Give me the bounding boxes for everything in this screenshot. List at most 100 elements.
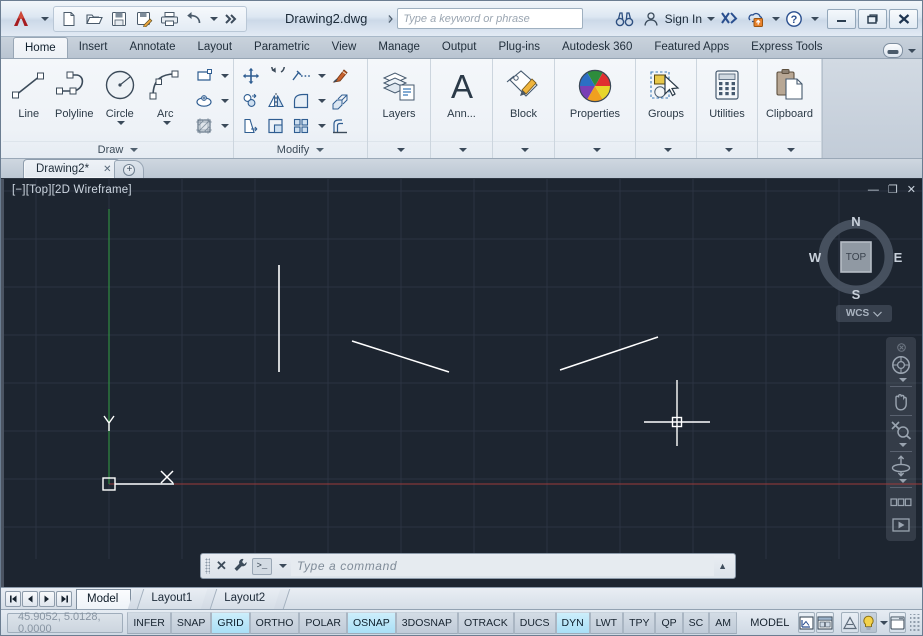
tool-move[interactable] [239, 64, 263, 88]
qat-new-button[interactable] [57, 8, 81, 30]
tool-copy[interactable] [239, 89, 263, 113]
undo-dropdown-caret-icon[interactable] [210, 17, 218, 21]
tool-fillet-caret[interactable] [314, 89, 327, 113]
ribbon-tab-layout[interactable]: Layout [187, 37, 244, 58]
tool-array-caret[interactable] [314, 114, 327, 138]
status-toggle-qp[interactable]: QP [655, 612, 682, 634]
tool-utilities[interactable]: Utilities [702, 63, 752, 120]
block-panel-expand[interactable] [493, 141, 554, 158]
ribbon-tab-autodesk360[interactable]: Autodesk 360 [551, 37, 643, 58]
clipboard-panel-expand[interactable] [758, 141, 821, 158]
annotation-panel-expand[interactable] [431, 141, 492, 158]
command-prompt-icon[interactable]: >_ [252, 558, 272, 575]
command-line-close-icon[interactable]: ✕ [214, 558, 229, 574]
qat-overflow-button[interactable] [219, 8, 243, 30]
file-tab-drawing2[interactable]: Drawing2* ✕ [23, 159, 120, 178]
status-toggle-snap[interactable]: SNAP [171, 612, 212, 634]
window-minimize-button[interactable] [827, 9, 856, 29]
tool-paste[interactable]: Clipboard [761, 63, 818, 120]
clean-screen-icon[interactable] [889, 612, 906, 633]
qat-open-button[interactable] [82, 8, 106, 30]
layout-nav-last[interactable] [56, 591, 72, 607]
layout-nav-prev[interactable] [22, 591, 38, 607]
layout-tab-layout1[interactable]: Layout1 [141, 589, 204, 609]
window-close-button[interactable] [889, 9, 918, 29]
workspace-bulb-icon[interactable] [860, 612, 877, 633]
annotation-scale-icon[interactable] [841, 612, 859, 633]
tool-trim-caret[interactable] [314, 64, 327, 88]
utilities-panel-expand[interactable] [697, 141, 757, 158]
tool-erase[interactable] [328, 64, 352, 88]
ribbon-tab-express-tools[interactable]: Express Tools [740, 37, 833, 58]
layout-tab-model[interactable]: Model [76, 589, 131, 609]
search-binoculars-icon[interactable] [613, 7, 637, 31]
tool-mirror[interactable] [264, 89, 288, 113]
tool-rectangle[interactable] [192, 64, 216, 88]
tool-scale[interactable] [264, 114, 288, 138]
command-line-settings-icon[interactable] [233, 558, 248, 574]
tool-offset[interactable] [328, 114, 352, 138]
window-restore-button[interactable] [858, 9, 887, 29]
application-menu-button[interactable] [4, 4, 38, 34]
tool-text[interactable]: A Ann... [437, 63, 487, 120]
ribbon-tab-manage[interactable]: Manage [367, 37, 431, 58]
coordinate-display[interactable]: 45.9052, 5.0128, 0.0000 [7, 613, 123, 633]
cloud-caret-icon[interactable] [772, 17, 780, 21]
quick-view-layout-icon[interactable] [798, 612, 815, 633]
tool-rotate[interactable] [264, 64, 288, 88]
layers-panel-expand[interactable] [368, 141, 430, 158]
ribbon-tab-annotate[interactable]: Annotate [118, 37, 186, 58]
exchange-apps-icon[interactable] [717, 7, 741, 31]
layout-nav-next[interactable] [39, 591, 55, 607]
status-toggle-grid[interactable]: GRID [211, 612, 249, 634]
tool-circle[interactable]: Circle [97, 63, 143, 125]
qat-plot-button[interactable] [157, 8, 181, 30]
qat-saveas-button[interactable] [132, 8, 156, 30]
space-toggle[interactable]: MODEL [742, 617, 797, 629]
status-toggle-otrack[interactable]: OTRACK [458, 612, 514, 634]
document-title-dropdown-icon[interactable] [383, 9, 397, 29]
search-input[interactable]: Type a keyword or phrase [397, 8, 583, 29]
status-toggle-lwt[interactable]: LWT [590, 612, 623, 634]
status-toggle-sc[interactable]: SC [683, 612, 710, 634]
drawing-canvas[interactable]: [−][Top][2D Wireframe] — ❐ ✕ TOP N S E W… [1, 179, 922, 587]
cloud-sync-icon[interactable] [743, 7, 767, 31]
status-toggle-infer[interactable]: INFER [127, 612, 171, 634]
command-history-caret-icon[interactable] [279, 564, 287, 568]
tool-stretch[interactable] [239, 114, 263, 138]
tool-group[interactable]: Groups [641, 63, 691, 120]
status-toggle-3dosnap[interactable]: 3DOSNAP [396, 612, 458, 634]
tool-hatch[interactable] [192, 114, 216, 138]
tool-ellipse-caret[interactable] [217, 89, 230, 113]
tool-rectangle-caret[interactable] [217, 64, 230, 88]
tool-arc[interactable]: Arc [143, 63, 189, 125]
ribbon-tab-view[interactable]: View [321, 37, 368, 58]
quick-view-drawing-icon[interactable] [816, 612, 834, 633]
user-avatar-icon[interactable] [639, 7, 663, 31]
file-tab-close-icon[interactable]: ✕ [103, 164, 111, 175]
tool-arc-caret-icon[interactable] [163, 121, 171, 125]
status-toggle-polar[interactable]: POLAR [299, 612, 347, 634]
command-input[interactable]: Type a command [291, 556, 714, 576]
help-button[interactable]: ? [782, 7, 806, 31]
tool-ellipse[interactable] [192, 89, 216, 113]
ribbon-tab-featured-apps[interactable]: Featured Apps [643, 37, 740, 58]
status-toggle-ortho[interactable]: ORTHO [250, 612, 300, 634]
qat-save-button[interactable] [107, 8, 131, 30]
qat-undo-button[interactable] [182, 8, 206, 30]
help-caret-icon[interactable] [811, 17, 819, 21]
status-toggle-tpy[interactable]: TPY [623, 612, 655, 634]
tool-layer-properties[interactable]: Layers [374, 63, 424, 120]
ribbon-tab-output[interactable]: Output [431, 37, 488, 58]
status-toggle-dyn[interactable]: DYN [556, 612, 590, 634]
layout-tab-layout2[interactable]: Layout2 [214, 589, 277, 609]
sign-in-button[interactable]: Sign In [665, 12, 702, 26]
new-drawing-tab-button[interactable]: + [114, 160, 144, 178]
ribbon-tab-parametric[interactable]: Parametric [243, 37, 321, 58]
resize-grip[interactable] [910, 614, 920, 632]
tool-trim[interactable] [289, 64, 313, 88]
command-expand-icon[interactable]: ▲ [718, 561, 731, 571]
tool-properties[interactable]: Properties [558, 63, 632, 120]
tool-polyline[interactable]: Polyline [52, 63, 98, 120]
layout-nav-first[interactable] [5, 591, 21, 607]
